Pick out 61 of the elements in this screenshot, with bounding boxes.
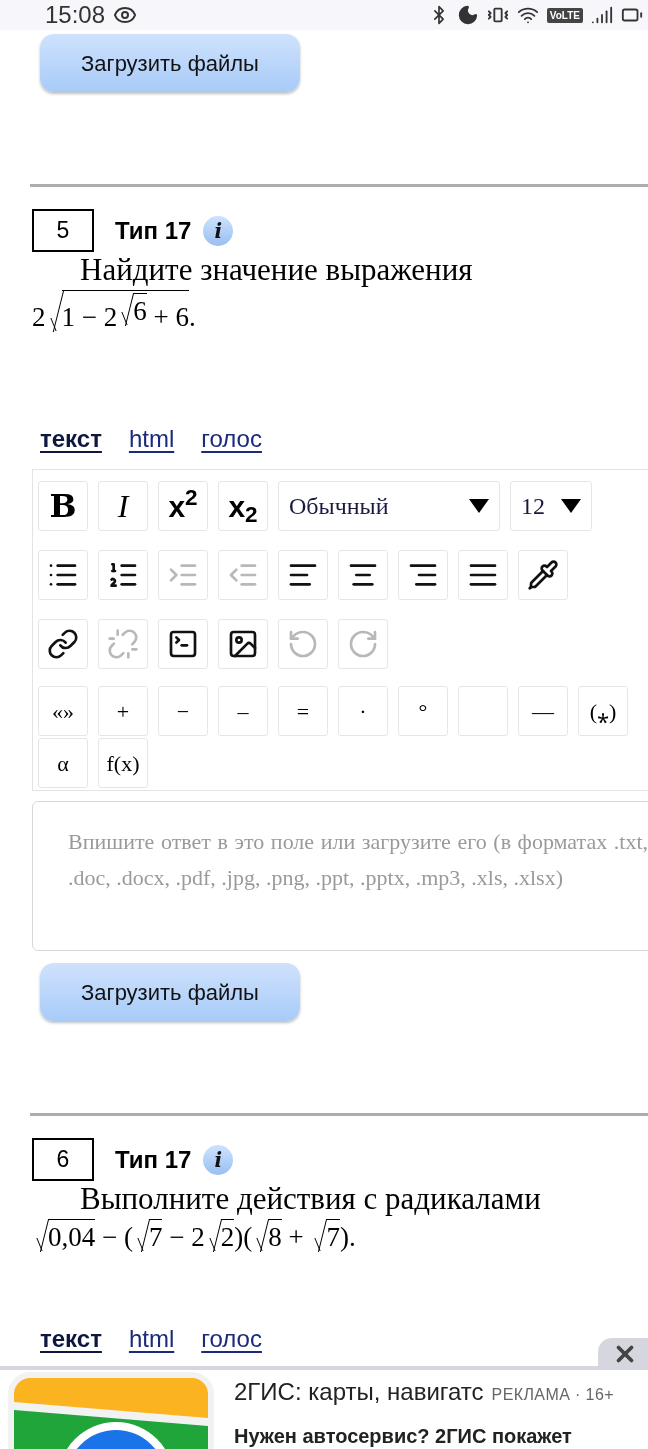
- toolbar-button[interactable]: [278, 550, 328, 600]
- question-text: Выполните действия с радикалами: [79, 1181, 542, 1217]
- editor-tab[interactable]: голос: [201, 1321, 262, 1357]
- editor-tab[interactable]: голос: [201, 421, 262, 457]
- editor-tab[interactable]: html: [128, 421, 175, 457]
- format-button[interactable]: x$^{2}$: [158, 481, 208, 531]
- symbol-button[interactable]: +: [98, 686, 148, 736]
- toolbar-button[interactable]: [398, 550, 448, 600]
- symbol-button[interactable]: —: [518, 686, 568, 736]
- toolbar-button[interactable]: [38, 619, 88, 669]
- toolbar-button[interactable]: [458, 550, 508, 600]
- format-button[interactable]: I: [98, 481, 148, 531]
- question-text: Найдите значение выражения: [79, 252, 474, 288]
- symbol-button[interactable]: α: [38, 738, 88, 788]
- task-type: Тип 17: [115, 1144, 192, 1175]
- status-time: 15:08: [45, 2, 106, 28]
- upload-button[interactable]: Загрузить файлы: [40, 963, 300, 1021]
- toolbar-button[interactable]: [218, 619, 268, 669]
- toolbar-button[interactable]: [338, 550, 388, 600]
- task-number: 6: [32, 1138, 94, 1181]
- undo-icon: [287, 628, 319, 660]
- code-window-icon: [167, 628, 199, 660]
- ad-label: РЕКЛАМА · 16+: [491, 1385, 614, 1405]
- caret-icon: [561, 499, 581, 513]
- style-dropdown[interactable]: Обычный: [278, 481, 500, 531]
- format-button[interactable]: B: [38, 481, 88, 531]
- toolbar-button[interactable]: [158, 619, 208, 669]
- moon-icon: [456, 4, 479, 26]
- caret-icon: [469, 499, 489, 513]
- pipette-icon: [527, 559, 559, 591]
- info-button[interactable]: i: [203, 215, 234, 246]
- editor-tab[interactable]: текст: [40, 421, 102, 457]
- format-button[interactable]: x$_{2}$: [218, 481, 268, 531]
- math-formula: 2 1 − 2 6 + 6.: [32, 290, 196, 332]
- font-size-dropdown[interactable]: 12: [510, 481, 592, 531]
- info-button[interactable]: i: [203, 1144, 234, 1175]
- symbol-button[interactable]: f(x): [98, 738, 148, 788]
- symbol-button[interactable]: «»: [38, 686, 88, 736]
- symbol-button[interactable]: −: [158, 686, 208, 736]
- link-icon: [47, 628, 79, 660]
- editor-tab[interactable]: html: [128, 1321, 175, 1357]
- symbol-button[interactable]: =: [278, 686, 328, 736]
- upload-button[interactable]: Загрузить файлы: [40, 34, 300, 92]
- task-number: 5: [32, 209, 94, 252]
- toolbar-button[interactable]: [98, 550, 148, 600]
- volte-badge: VoLTE: [546, 7, 583, 23]
- task-type: Тип 17: [115, 215, 192, 246]
- toolbar-button[interactable]: [518, 550, 568, 600]
- math-formula: 0,04 − ( 7 − 2 2)( 8 + 7).: [32, 1219, 356, 1252]
- toolbar-button[interactable]: [38, 550, 88, 600]
- image-icon: [227, 628, 259, 660]
- symbol-button[interactable]: ·: [338, 686, 388, 736]
- symbol-button[interactable]: –: [218, 686, 268, 736]
- redo-icon: [347, 628, 379, 660]
- editor-tab[interactable]: текст: [40, 1321, 102, 1357]
- ad-text[interactable]: Нужен автосервис? 2ГИС покажет: [234, 1424, 614, 1448]
- signal-icon: [591, 4, 613, 26]
- ad-title[interactable]: 2ГИС: карты, навигатс: [234, 1374, 484, 1410]
- symbol-button[interactable]: °: [398, 686, 448, 736]
- unlink-icon: [107, 628, 139, 660]
- symbol-button[interactable]: (⁎): [578, 686, 628, 736]
